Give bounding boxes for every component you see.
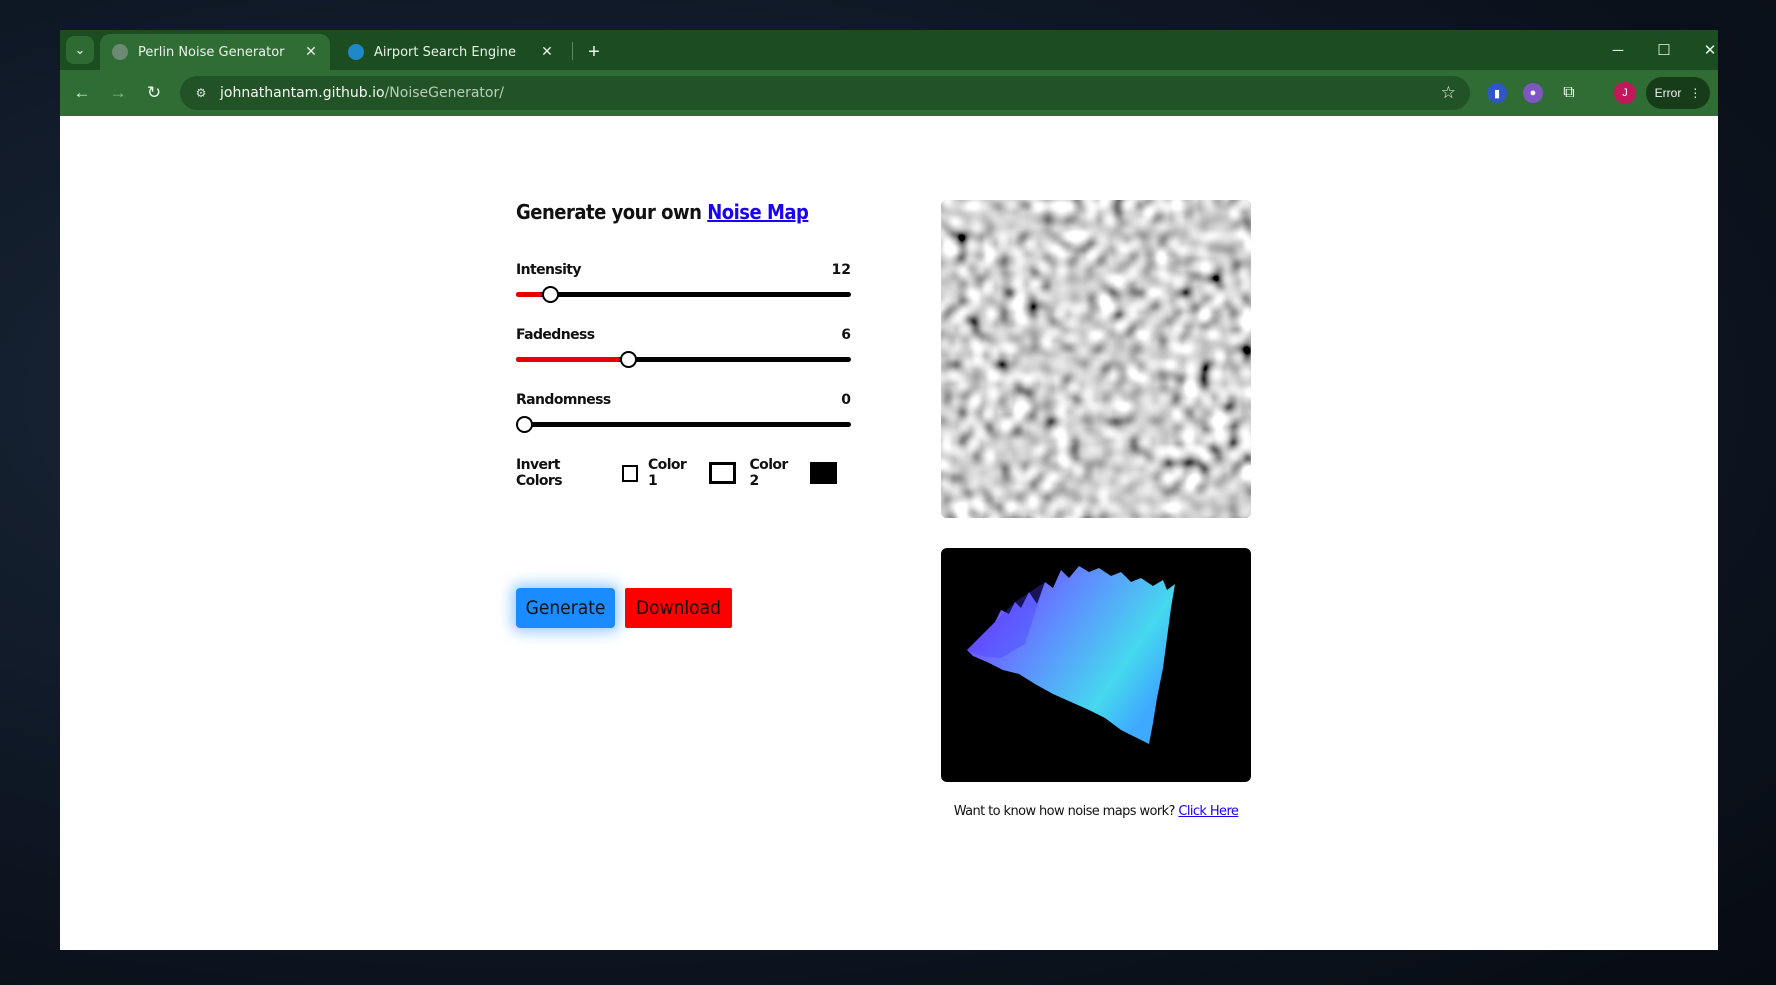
tab-perlin-noise[interactable]: Perlin Noise Generator ✕ xyxy=(100,34,330,70)
address-bar[interactable]: ⚙ johnathantam.github.io/NoiseGenerator/… xyxy=(180,76,1470,110)
intensity-fill xyxy=(516,292,542,297)
back-icon[interactable]: ← xyxy=(68,79,96,107)
footer-note: Want to know how noise maps work? Click … xyxy=(941,804,1251,819)
download-button[interactable]: Download xyxy=(625,588,732,628)
error-label: Error xyxy=(1654,86,1682,100)
noise-map-image xyxy=(941,200,1251,518)
noise-map-link[interactable]: Noise Map xyxy=(707,200,809,224)
footer-text: Want to know how noise maps work? xyxy=(953,804,1179,819)
extension-doc-icon[interactable]: ▮ xyxy=(1487,83,1507,103)
terrain-3d-canvas xyxy=(941,548,1251,782)
minimize-icon[interactable]: ─ xyxy=(1596,36,1640,64)
tab-airport-search[interactable]: Airport Search Engine ✕ xyxy=(336,34,566,70)
noise-map-canvas xyxy=(941,200,1251,518)
close-window-icon[interactable]: ✕ xyxy=(1688,36,1718,64)
url-host: johnathantam.github.io xyxy=(220,85,385,101)
intensity-value: 12 xyxy=(831,262,851,278)
fadedness-label: Fadedness xyxy=(516,327,595,343)
randomness-value: 0 xyxy=(841,392,851,408)
fadedness-thumb[interactable] xyxy=(619,351,637,368)
url-path: /NoiseGenerator/ xyxy=(384,85,504,101)
color2-picker[interactable] xyxy=(810,462,837,484)
tab-title: Perlin Noise Generator xyxy=(138,44,285,60)
url-text[interactable]: johnathantam.github.io/NoiseGenerator/ xyxy=(220,85,504,101)
close-tab-icon[interactable]: ✕ xyxy=(300,44,322,60)
page-title: Generate your own Noise Map xyxy=(516,200,851,224)
title-text: Generate your own xyxy=(516,200,708,224)
color-options-row: Invert Colors Color 1 Color 2 xyxy=(516,457,851,489)
bookmark-star-icon[interactable]: ☆ xyxy=(1441,83,1456,103)
randomness-thumb[interactable] xyxy=(516,416,533,433)
browser-toolbar: ← → ↻ ⚙ johnathantam.github.io/NoiseGene… xyxy=(60,70,1718,116)
maximize-icon[interactable]: ☐ xyxy=(1642,36,1686,64)
intensity-label: Intensity xyxy=(516,262,581,278)
site-info-icon[interactable]: ⚙ xyxy=(192,84,210,102)
tab-divider xyxy=(572,42,573,60)
generate-button[interactable]: Generate xyxy=(516,588,615,628)
page-content: Generate your own Noise Map Intensity 12… xyxy=(60,116,1718,950)
browser-window: ⌄ Perlin Noise Generator ✕ Airport Searc… xyxy=(60,30,1718,950)
color2-label: Color 2 xyxy=(749,457,789,489)
reload-icon[interactable]: ↻ xyxy=(140,79,168,107)
new-tab-button[interactable]: + xyxy=(580,38,608,66)
kebab-menu-icon: ⋮ xyxy=(1689,86,1702,100)
tab-search-button[interactable]: ⌄ xyxy=(66,36,94,64)
close-tab-icon[interactable]: ✕ xyxy=(536,44,558,60)
profile-avatar[interactable]: J xyxy=(1614,82,1636,104)
intensity-thumb[interactable] xyxy=(541,286,559,303)
terrain-3d-render xyxy=(967,566,1175,744)
error-menu-button[interactable]: Error ⋮ xyxy=(1646,77,1710,109)
color1-label: Color 1 xyxy=(648,457,687,489)
click-here-link[interactable]: Click Here xyxy=(1178,804,1239,819)
controls-panel: Generate your own Noise Map Intensity 12… xyxy=(516,200,851,489)
globe-icon xyxy=(112,44,128,60)
tab-strip: ⌄ Perlin Noise Generator ✕ Airport Searc… xyxy=(60,30,1718,70)
fadedness-slider[interactable] xyxy=(516,351,851,368)
tab-title: Airport Search Engine xyxy=(374,44,516,60)
forward-icon[interactable]: → xyxy=(104,79,132,107)
fadedness-value: 6 xyxy=(841,327,851,343)
randomness-label: Randomness xyxy=(516,392,611,408)
invert-colors-checkbox[interactable] xyxy=(621,464,638,482)
fadedness-fill xyxy=(516,357,620,362)
extensions-puzzle-icon[interactable]: ⧉ xyxy=(1559,83,1579,103)
extension-color-icon[interactable]: ● xyxy=(1523,83,1543,103)
intensity-slider[interactable] xyxy=(516,286,851,303)
invert-colors-label: Invert Colors xyxy=(516,457,563,489)
x-badge-icon xyxy=(348,44,364,60)
color1-picker[interactable] xyxy=(708,462,736,484)
randomness-slider[interactable] xyxy=(516,416,851,433)
